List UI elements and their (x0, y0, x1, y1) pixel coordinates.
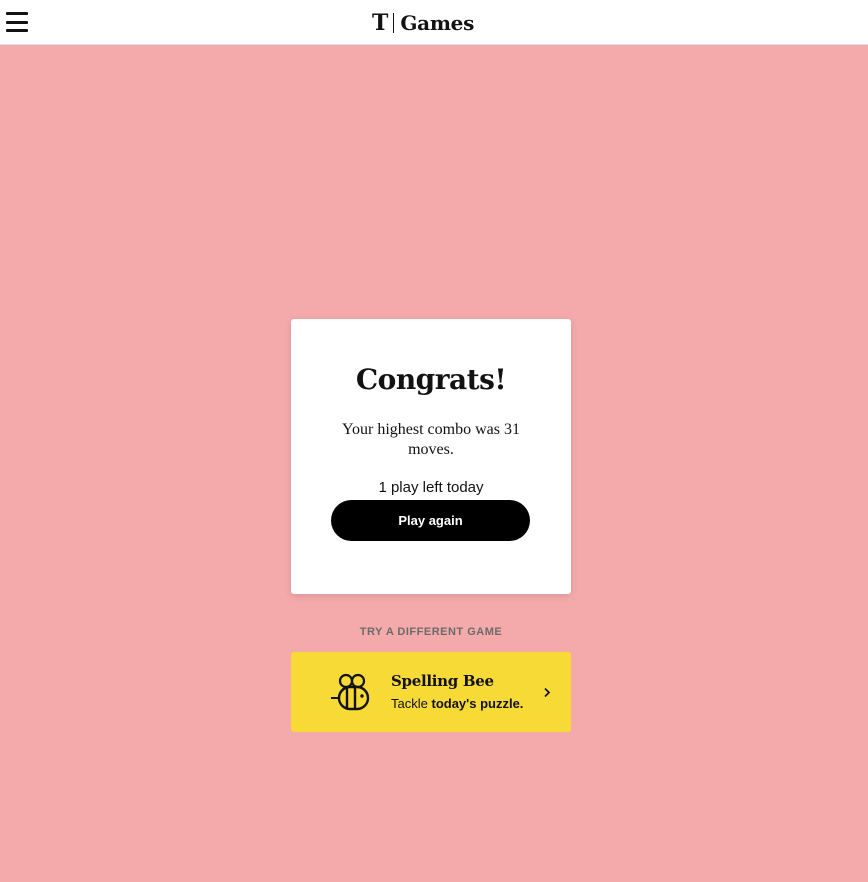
games-wordmark: Games (400, 11, 475, 35)
game-title: Spelling Bee (391, 672, 494, 690)
game-subtitle: Tackle today's puzzle. (391, 696, 524, 711)
congrats-title: Congrats! (355, 363, 507, 396)
plays-left-text: 1 play left today (378, 479, 484, 496)
logo-divider (393, 13, 395, 33)
highest-combo-message: Your highest combo was 31 moves. (342, 421, 520, 458)
spelling-bee-card[interactable]: Spelling Bee Tackle today's puzzle. (291, 652, 571, 732)
try-different-game-label: TRY A DIFFERENT GAME (359, 626, 503, 638)
bee-icon (331, 673, 370, 711)
results-card: Congrats! Your highest combo was 31 move… (291, 319, 571, 594)
play-again-button[interactable]: Play again (331, 500, 530, 541)
top-nav-bar: T Games (0, 0, 868, 45)
chevron-right-icon (544, 687, 551, 698)
nyt-games-logo[interactable]: T Games (372, 10, 474, 36)
hamburger-menu-icon[interactable] (6, 12, 28, 32)
nyt-t-logo-icon: T (372, 10, 389, 36)
